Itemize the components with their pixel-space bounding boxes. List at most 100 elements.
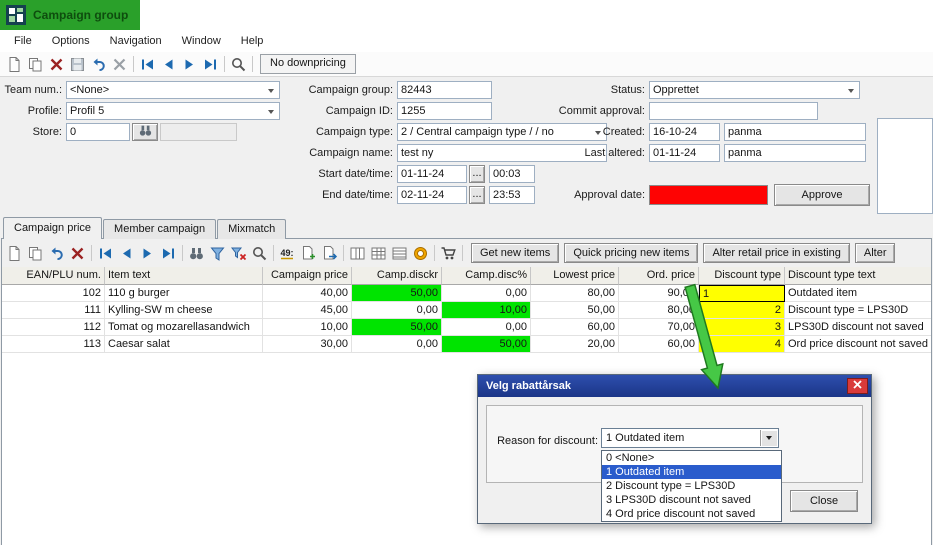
cell-ean[interactable]: 113 bbox=[2, 336, 105, 353]
add-page-icon[interactable] bbox=[298, 243, 319, 264]
end-date-input[interactable]: 02-11-24 bbox=[397, 186, 467, 204]
export-page-icon[interactable] bbox=[319, 243, 340, 264]
first-record-icon[interactable] bbox=[137, 54, 158, 75]
column-header-item[interactable]: Item text bbox=[105, 267, 263, 285]
reason-for-discount-select[interactable]: 1 Outdated item bbox=[601, 428, 779, 448]
store-input[interactable]: 0 bbox=[66, 123, 130, 141]
target-icon[interactable] bbox=[410, 243, 431, 264]
column-header-discpct[interactable]: Camp.disc% bbox=[442, 267, 531, 285]
menu-navigation[interactable]: Navigation bbox=[100, 30, 172, 52]
cell-discpct[interactable]: 0,00 bbox=[442, 285, 531, 302]
cell-ord[interactable]: 80,00 bbox=[619, 302, 699, 319]
tab-member-campaign[interactable]: Member campaign bbox=[103, 219, 216, 239]
tab-campaign-price[interactable]: Campaign price bbox=[3, 217, 102, 239]
campaign-group-input[interactable]: 82443 bbox=[397, 81, 492, 99]
last-record-icon[interactable] bbox=[200, 54, 221, 75]
new-document-icon[interactable] bbox=[4, 243, 25, 264]
cell-dtypetext[interactable]: LPS30D discount not saved bbox=[785, 319, 931, 336]
cell-discpct[interactable]: 50,00 bbox=[442, 336, 531, 353]
start-time-input[interactable]: 00:03 bbox=[489, 165, 535, 183]
approval-date-field[interactable] bbox=[649, 185, 768, 205]
table-row[interactable]: 113Caesar salat30,000,0050,0020,0060,004… bbox=[2, 336, 931, 353]
cell-dtype[interactable]: 1 bbox=[699, 285, 785, 302]
cell-ean[interactable]: 111 bbox=[2, 302, 105, 319]
cell-price[interactable]: 30,00 bbox=[263, 336, 352, 353]
copy-icon[interactable] bbox=[25, 54, 46, 75]
cell-disckr[interactable]: 0,00 bbox=[352, 336, 442, 353]
chevron-down-icon[interactable] bbox=[760, 430, 777, 446]
cell-ord[interactable]: 70,00 bbox=[619, 319, 699, 336]
copy-icon[interactable] bbox=[25, 243, 46, 264]
undo-icon[interactable] bbox=[88, 54, 109, 75]
team-num-select[interactable]: <None> bbox=[66, 81, 280, 99]
alter-button[interactable]: Alter bbox=[855, 243, 896, 263]
cell-price[interactable]: 10,00 bbox=[263, 319, 352, 336]
search-icon[interactable] bbox=[228, 54, 249, 75]
clear-filter-icon[interactable] bbox=[228, 243, 249, 264]
save-icon[interactable] bbox=[67, 54, 88, 75]
zoom-icon[interactable] bbox=[249, 243, 270, 264]
new-document-icon[interactable] bbox=[4, 54, 25, 75]
table-row[interactable]: 111Kylling-SW m cheese45,000,0010,0050,0… bbox=[2, 302, 931, 319]
cell-ord[interactable]: 60,00 bbox=[619, 336, 699, 353]
cell-lowest[interactable]: 20,00 bbox=[531, 336, 619, 353]
campaign-id-input[interactable]: 1255 bbox=[397, 102, 492, 120]
column-header-ord[interactable]: Ord. price bbox=[619, 267, 699, 285]
cell-disckr[interactable]: 50,00 bbox=[352, 285, 442, 302]
menu-options[interactable]: Options bbox=[42, 30, 100, 52]
column-header-price[interactable]: Campaign price bbox=[263, 267, 352, 285]
cell-item[interactable]: Kylling-SW m cheese bbox=[105, 302, 263, 319]
quick-pricing-new-items-button[interactable]: Quick pricing new items bbox=[564, 243, 698, 263]
store-lookup-button[interactable] bbox=[132, 123, 158, 141]
next-record-icon[interactable] bbox=[137, 243, 158, 264]
cell-ean[interactable]: 102 bbox=[2, 285, 105, 302]
dropdown-option[interactable]: 3 LPS30D discount not saved bbox=[602, 493, 781, 507]
approve-button[interactable]: Approve bbox=[774, 184, 870, 206]
cell-price[interactable]: 45,00 bbox=[263, 302, 352, 319]
price-49-icon[interactable]: 49: bbox=[277, 243, 298, 264]
dropdown-option[interactable]: 0 <None> bbox=[602, 451, 781, 465]
hsplit-icon[interactable] bbox=[347, 243, 368, 264]
prev-record-icon[interactable] bbox=[116, 243, 137, 264]
dropdown-option[interactable]: 2 Discount type = LPS30D bbox=[602, 479, 781, 493]
table-icon[interactable] bbox=[368, 243, 389, 264]
cell-lowest[interactable]: 80,00 bbox=[531, 285, 619, 302]
column-header-disckr[interactable]: Camp.disckr bbox=[352, 267, 442, 285]
cell-discpct[interactable]: 0,00 bbox=[442, 319, 531, 336]
cell-ean[interactable]: 112 bbox=[2, 319, 105, 336]
columns-icon[interactable] bbox=[389, 243, 410, 264]
profile-select[interactable]: Profil 5 bbox=[66, 102, 280, 120]
get-new-items-button[interactable]: Get new items bbox=[471, 243, 559, 263]
cell-dtype[interactable]: 3 bbox=[699, 319, 785, 336]
column-header-lowest[interactable]: Lowest price bbox=[531, 267, 619, 285]
next-record-icon[interactable] bbox=[179, 54, 200, 75]
cell-dtypetext[interactable]: Ord price discount not saved bbox=[785, 336, 931, 353]
binoculars-icon[interactable] bbox=[186, 243, 207, 264]
end-time-input[interactable]: 23:53 bbox=[489, 186, 535, 204]
dropdown-option[interactable]: 4 Ord price discount not saved bbox=[602, 507, 781, 521]
cell-lowest[interactable]: 50,00 bbox=[531, 302, 619, 319]
delete-icon[interactable] bbox=[67, 243, 88, 264]
table-row[interactable]: 102110 g burger40,0050,000,0080,0090,001… bbox=[2, 285, 931, 302]
cell-item[interactable]: Caesar salat bbox=[105, 336, 263, 353]
table-row[interactable]: 112Tomat og mozarellasandwich10,0050,000… bbox=[2, 319, 931, 336]
dialog-close-button[interactable] bbox=[847, 378, 868, 394]
cell-disckr[interactable]: 0,00 bbox=[352, 302, 442, 319]
cart-icon[interactable] bbox=[438, 243, 459, 264]
menu-window[interactable]: Window bbox=[172, 30, 231, 52]
cell-dtype[interactable]: 4 bbox=[699, 336, 785, 353]
column-header-ean[interactable]: EAN/PLU num. bbox=[2, 267, 105, 285]
first-record-icon[interactable] bbox=[95, 243, 116, 264]
cell-ord[interactable]: 90,00 bbox=[619, 285, 699, 302]
alter-retail-price-in-existing-button[interactable]: Alter retail price in existing bbox=[703, 243, 849, 263]
column-header-dtype[interactable]: Discount type bbox=[699, 267, 785, 285]
cell-discpct[interactable]: 10,00 bbox=[442, 302, 531, 319]
cell-price[interactable]: 40,00 bbox=[263, 285, 352, 302]
status-select[interactable]: Opprettet bbox=[649, 81, 860, 99]
cell-dtype[interactable]: 2 bbox=[699, 302, 785, 319]
end-date-browse-button[interactable]: ... bbox=[469, 186, 485, 204]
last-record-icon[interactable] bbox=[158, 243, 179, 264]
cell-dtypetext[interactable]: Discount type = LPS30D bbox=[785, 302, 931, 319]
delete-icon[interactable] bbox=[46, 54, 67, 75]
cell-disckr[interactable]: 50,00 bbox=[352, 319, 442, 336]
